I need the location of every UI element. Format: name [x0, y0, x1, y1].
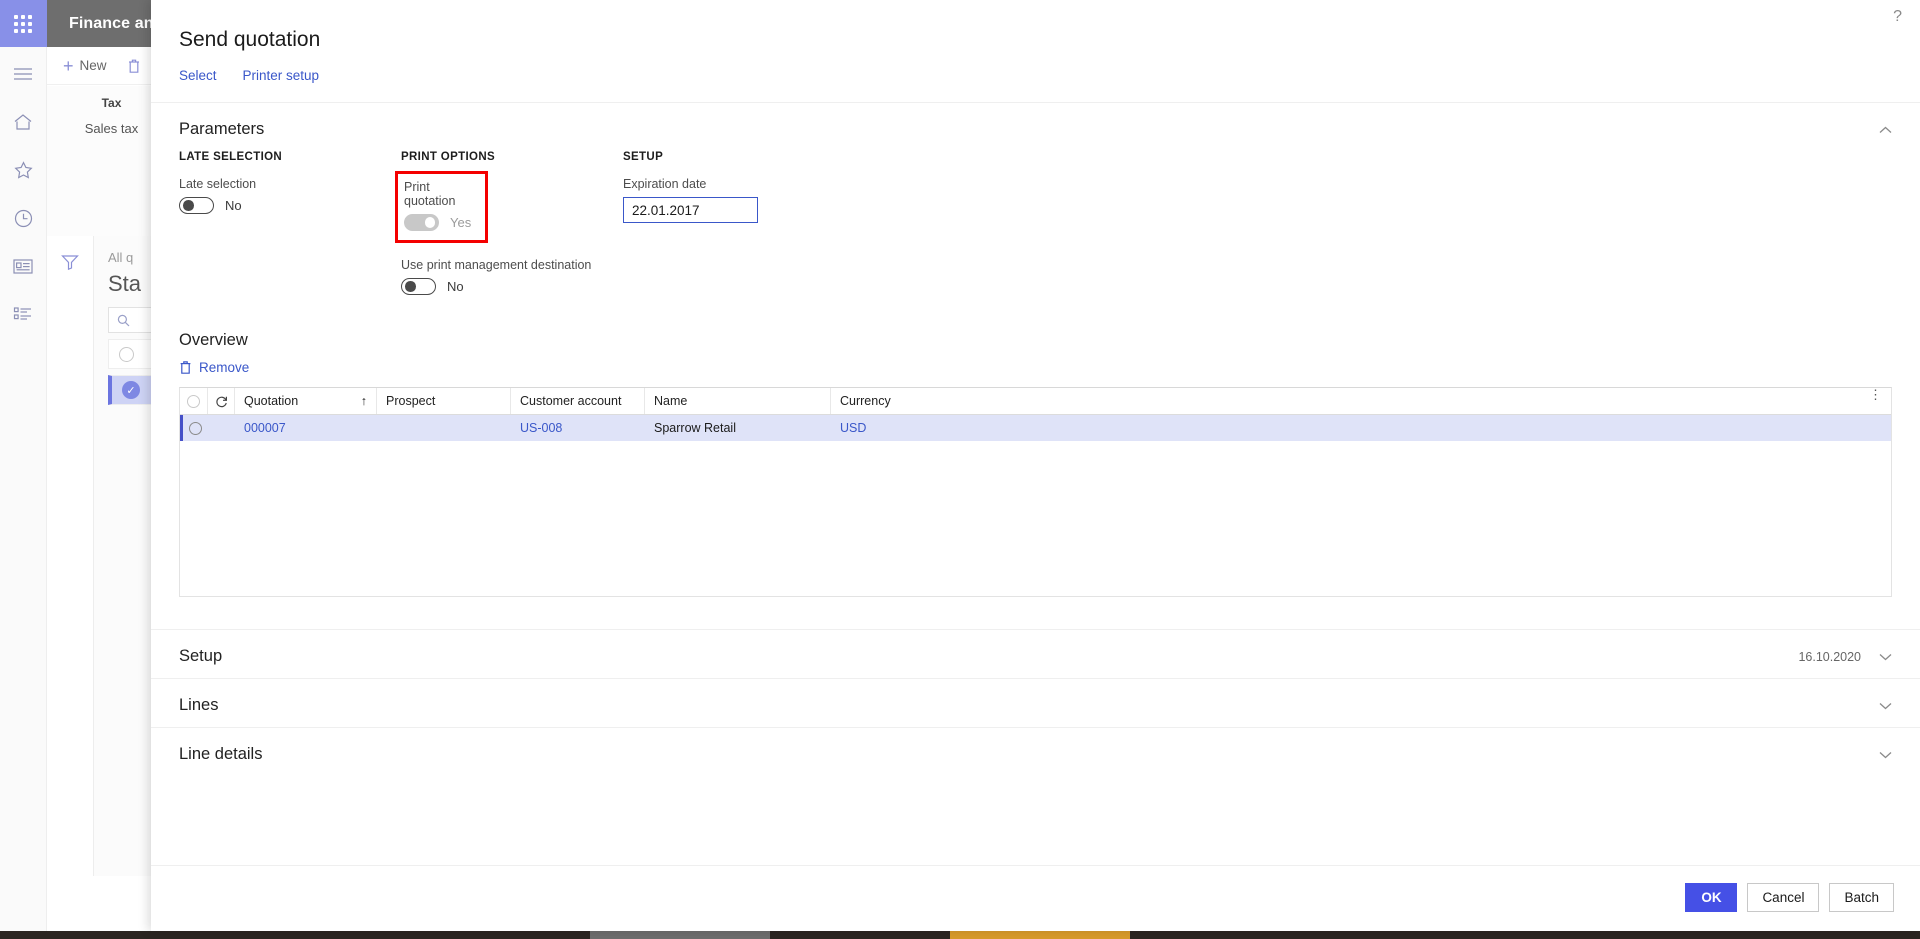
delete-button[interactable] [127, 58, 141, 74]
send-quotation-dialog: ? Send quotation Select Printer setup Pa… [151, 0, 1920, 931]
row-select-radio[interactable] [183, 415, 208, 441]
favorites-star-icon[interactable] [0, 149, 47, 191]
grid-header-quotation[interactable]: Quotation ↑ [235, 388, 377, 414]
navigation-rail [0, 0, 47, 939]
search-icon [117, 314, 130, 326]
select-link[interactable]: Select [179, 68, 217, 83]
chevron-down-icon[interactable] [1879, 749, 1892, 761]
modules-list-icon[interactable] [0, 293, 47, 335]
use-print-management-toggle[interactable] [401, 278, 436, 295]
chevron-down-icon[interactable] [1879, 651, 1892, 663]
setup-group-label: SETUP [623, 151, 664, 163]
grid-header-customer-account-label: Customer account [520, 394, 622, 408]
trash-icon [128, 59, 139, 73]
table-row[interactable]: 000007 US-008 Sparrow Retail USD [180, 415, 1891, 441]
section-line-details-title: Line details [179, 745, 263, 763]
row-select-radio[interactable] [119, 346, 134, 362]
dialog-footer: OK Cancel Batch [151, 865, 1920, 931]
taskbar-item[interactable] [590, 931, 770, 939]
grid-header-name-label: Name [654, 394, 688, 408]
print-options-group: PRINT OPTIONS Print quotation Yes Use pr… [395, 151, 623, 295]
late-selection-label: Late selection [179, 177, 257, 191]
grid-header-currency-label: Currency [840, 394, 891, 408]
cell-quotation[interactable]: 000007 [235, 415, 377, 441]
setup-group: SETUP Expiration date 22.01.2017 [623, 151, 845, 295]
sort-ascending-icon: ↑ [360, 394, 367, 408]
filter-icon [61, 255, 79, 270]
overview-section-header: Overview [151, 305, 1920, 360]
grid-select-all-header[interactable] [180, 388, 208, 414]
help-icon[interactable]: ? [1893, 8, 1902, 26]
row-selected-check-icon[interactable]: ✓ [122, 381, 140, 399]
use-print-management-label: Use print management destination [401, 258, 592, 272]
grid-header-row: Quotation ↑ Prospect Customer account Na… [180, 388, 1891, 415]
filter-pane[interactable] [47, 236, 94, 876]
late-selection-group: LATE SELECTION Late selection No [179, 151, 401, 295]
expiration-date-label: Expiration date [623, 177, 707, 191]
app-launcher-icon[interactable] [0, 0, 47, 47]
grid-header-currency[interactable]: Currency [831, 388, 1891, 414]
new-button-label: New [79, 58, 107, 73]
batch-button[interactable]: Batch [1829, 883, 1894, 912]
late-selection-group-label: LATE SELECTION [179, 151, 283, 163]
refresh-icon [215, 396, 227, 407]
section-setup[interactable]: Setup 16.10.2020 [151, 629, 1920, 678]
grid-header-customer-account[interactable]: Customer account [511, 388, 645, 414]
printer-setup-link[interactable]: Printer setup [243, 68, 320, 83]
late-selection-value: No [225, 198, 242, 213]
home-icon[interactable] [0, 101, 47, 143]
use-print-management-field: Use print management destination No [401, 258, 623, 295]
dialog-action-links: Select Printer setup [151, 52, 1920, 83]
cell-currency[interactable]: USD [831, 415, 1891, 441]
hamburger-menu-icon[interactable] [0, 53, 47, 95]
section-lines[interactable]: Lines [151, 678, 1920, 727]
section-line-details[interactable]: Line details [151, 727, 1920, 776]
overview-grid: Quotation ↑ Prospect Customer account Na… [179, 387, 1892, 597]
late-selection-toggle[interactable] [179, 197, 214, 214]
print-quotation-value: Yes [450, 215, 472, 230]
print-options-group-label: PRINT OPTIONS [401, 151, 496, 163]
grid-header-prospect[interactable]: Prospect [377, 388, 511, 414]
section-setup-title: Setup [179, 647, 223, 665]
trash-icon [180, 361, 191, 374]
chevron-down-icon[interactable] [1879, 700, 1892, 712]
new-button[interactable]: + New [63, 57, 107, 75]
grid-header-name[interactable]: Name [645, 388, 831, 414]
grid-options-icon[interactable]: ⋮ [1869, 388, 1882, 401]
cell-name[interactable]: Sparrow Retail [645, 415, 831, 441]
parameters-body: LATE SELECTION Late selection No PRINT O… [151, 151, 1920, 305]
print-quotation-highlight: Print quotation Yes [395, 171, 488, 243]
taskbar-item-active[interactable] [950, 931, 1130, 939]
remove-button[interactable]: Remove [151, 360, 1920, 387]
chevron-up-icon[interactable] [1879, 124, 1892, 136]
remove-button-label: Remove [199, 360, 250, 375]
section-setup-date: 16.10.2020 [1798, 649, 1861, 664]
cell-prospect[interactable] [377, 415, 511, 441]
cell-customer-account[interactable]: US-008 [511, 415, 645, 441]
section-lines-title: Lines [179, 696, 219, 714]
collapsed-sections: Setup 16.10.2020 Lines Line details [151, 629, 1920, 776]
grid-refresh-header[interactable] [208, 388, 235, 414]
recent-clock-icon[interactable] [0, 197, 47, 239]
ok-button[interactable]: OK [1685, 883, 1738, 912]
overview-title: Overview [179, 331, 248, 349]
expiration-date-input[interactable]: 22.01.2017 [623, 197, 758, 223]
dialog-title: Send quotation [179, 28, 321, 51]
print-quotation-toggle[interactable] [404, 214, 439, 231]
plus-icon: + [63, 55, 74, 76]
dialog-body: Parameters LATE SELECTION Late selection… [151, 103, 1920, 865]
parameters-section-header[interactable]: Parameters [151, 103, 1920, 151]
print-quotation-label: Print quotation [404, 180, 456, 208]
parameters-title: Parameters [179, 120, 265, 138]
grid-header-prospect-label: Prospect [386, 394, 436, 408]
screen: Finance and Operations + New Tax Sales t… [0, 0, 1920, 939]
workspaces-icon[interactable] [0, 245, 47, 287]
cancel-button[interactable]: Cancel [1747, 883, 1820, 912]
grid-header-quotation-label: Quotation [244, 394, 299, 408]
os-taskbar [0, 931, 1920, 939]
row-indicator [208, 415, 235, 441]
use-print-management-value: No [447, 279, 464, 294]
